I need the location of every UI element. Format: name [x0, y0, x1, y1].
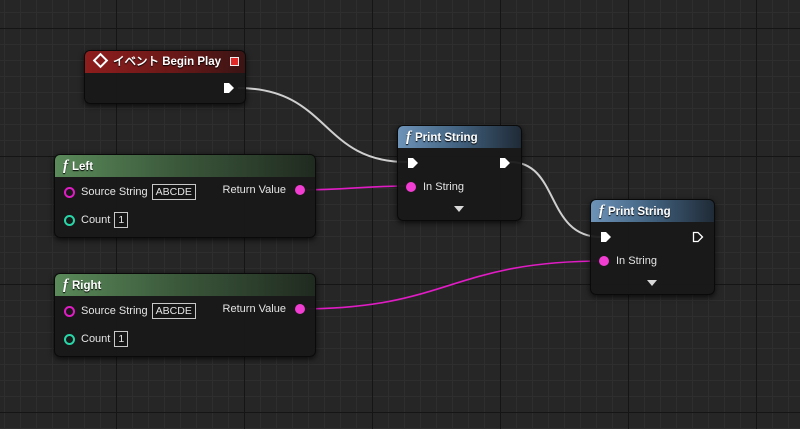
begin-play-node-header[interactable]: イベント Begin Play: [85, 51, 245, 73]
left-count-pin[interactable]: [64, 214, 75, 226]
right-return-value-row: Return Value: [223, 303, 305, 315]
left-return-value-row: Return Value: [223, 184, 305, 196]
print-string-1-in-string-pin[interactable]: [406, 182, 416, 193]
function-icon: f: [63, 277, 68, 293]
exec-wire-print1-to-print2[interactable]: [509, 161, 602, 238]
print-string-2-in-string-row: In String: [599, 255, 657, 267]
chevron-down-icon[interactable]: [454, 206, 464, 212]
begin-play-exec-out-pin[interactable]: [223, 82, 235, 94]
right-source-string-pin[interactable]: [64, 305, 75, 317]
right-source-string-row: Source String ABCDE: [64, 303, 196, 319]
print-string-1-exec-in-pin[interactable]: [407, 157, 419, 169]
print-string-1-exec-out-pin[interactable]: [499, 157, 511, 169]
print-string-2-exec-out-pin[interactable]: [692, 231, 704, 243]
right-count-pin[interactable]: [64, 333, 75, 345]
right-count-label: Count: [81, 333, 111, 345]
print-string-1-in-string-row: In String: [406, 181, 464, 193]
left-count-row: Count 1: [64, 212, 129, 228]
print-string-2-exec-in-pin[interactable]: [600, 231, 612, 243]
print-string-2-title: Print String: [608, 206, 671, 218]
event-diamond-icon: [92, 52, 109, 69]
function-icon: f: [599, 203, 604, 219]
function-icon: f: [406, 129, 411, 145]
begin-play-event-node[interactable]: イベント Begin Play: [84, 50, 246, 104]
right-source-string-input[interactable]: ABCDE: [151, 303, 196, 319]
left-count-label: Count: [81, 214, 111, 226]
right-return-value-pin[interactable]: [295, 304, 305, 315]
left-node-title: Left: [72, 161, 94, 173]
print-string-1-header[interactable]: f Print String: [398, 126, 521, 148]
right-return-value-label: Return Value: [222, 303, 286, 316]
print-string-1-in-string-label: In String: [423, 181, 464, 194]
print-string-node-2[interactable]: f Print String In String: [590, 199, 715, 295]
delegate-pin-icon[interactable]: [230, 57, 239, 66]
left-function-node[interactable]: f Left Source String ABCDE Count 1 Return V…: [54, 154, 316, 238]
right-count-row: Count 1: [64, 331, 129, 347]
string-wire-right-to-print2[interactable]: [298, 260, 605, 310]
right-node-header[interactable]: f Right: [55, 274, 315, 296]
right-function-node[interactable]: f Right Source String ABCDE Count 1 Return …: [54, 273, 316, 357]
print-string-2-in-string-label: In String: [616, 255, 657, 268]
right-source-string-label: Source String: [81, 305, 148, 317]
chevron-down-icon[interactable]: [647, 280, 657, 286]
function-icon: f: [63, 158, 68, 174]
left-return-value-pin[interactable]: [295, 185, 305, 196]
left-node-header[interactable]: f Left: [55, 155, 315, 177]
left-source-string-pin[interactable]: [64, 186, 75, 198]
left-return-value-label: Return Value: [222, 184, 286, 197]
begin-play-title: イベント Begin Play: [113, 56, 221, 68]
left-source-string-label: Source String: [81, 186, 148, 198]
print-string-2-header[interactable]: f Print String: [591, 200, 714, 222]
print-string-node-1[interactable]: f Print String In String: [397, 125, 522, 221]
print-string-1-title: Print String: [415, 132, 478, 144]
left-count-input[interactable]: 1: [114, 212, 129, 228]
right-count-input[interactable]: 1: [114, 331, 129, 347]
print-string-2-in-string-pin[interactable]: [599, 256, 609, 267]
left-source-string-row: Source String ABCDE: [64, 184, 196, 200]
right-node-title: Right: [72, 280, 102, 292]
left-source-string-input[interactable]: ABCDE: [151, 184, 196, 200]
exec-wire-begin-to-print1[interactable]: [237, 87, 408, 163]
